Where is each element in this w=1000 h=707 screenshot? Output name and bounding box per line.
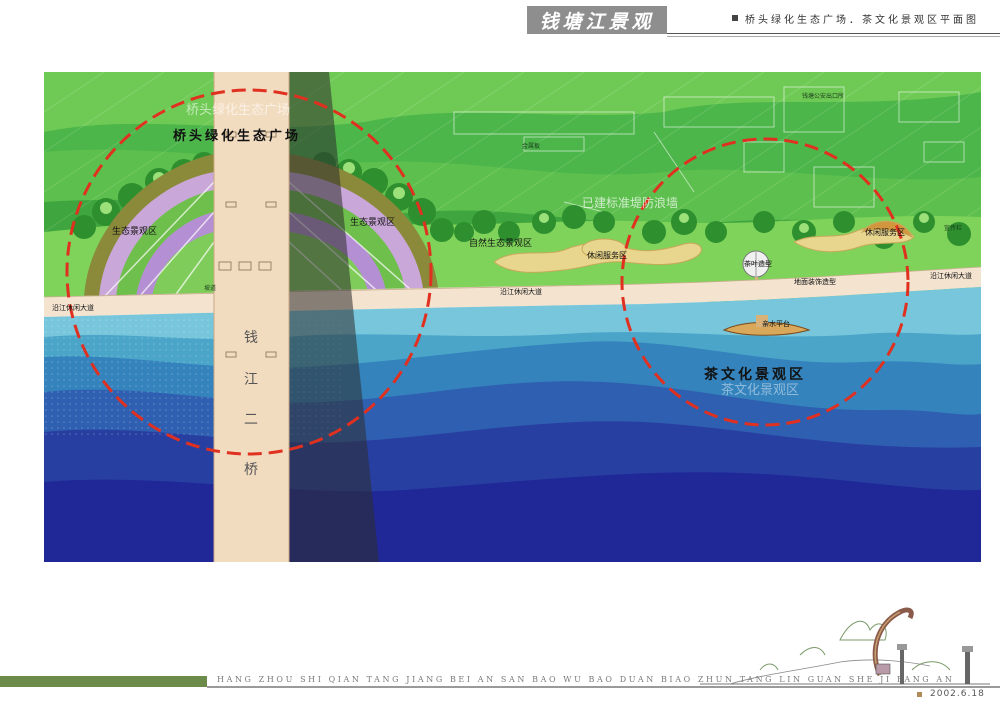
bridge-name-char-3: 二 [244, 412, 258, 428]
bridge-name-char-2: 江 [244, 372, 258, 388]
bridge-deck [214, 72, 289, 562]
river-band-6 [44, 472, 981, 562]
footer-date: 2002.6.18 [930, 689, 985, 699]
label-road-left: 沿江休闲大道 [52, 303, 94, 312]
label-tea-leaf: 茶叶造型 [744, 259, 772, 268]
label-ground-deco: 地面装饰造型 [794, 277, 836, 286]
bullet-square-icon [732, 15, 738, 21]
label-eco-left: 生态景观区 [112, 225, 157, 237]
header-rule-secondary [667, 36, 1000, 37]
label-rest-service: 休闲服务区 [587, 250, 627, 260]
bridge-name-char-4: 桥 [244, 462, 258, 478]
label-water-platform: 亲水平台 [762, 319, 790, 328]
title-banner: 钱塘江景观 [527, 6, 667, 34]
footer-accent-bar [0, 676, 207, 687]
page-title: 钱塘江景观 [539, 10, 655, 33]
label-embankment: 已建标准堤防浪墙 [582, 195, 678, 210]
label-sw-box: 宣传栏 [944, 224, 962, 232]
label-road-right: 沿江休闲大道 [930, 271, 972, 280]
date-bullet-icon [917, 692, 922, 697]
site-plan-map[interactable]: 桥头绿化生态广场 桥头绿化生态广场 生态景观区 生态景观区 自然生态景观区 休闲… [44, 72, 981, 562]
zone-label-tea-faint: 茶文化景观区 [721, 382, 799, 398]
label-natural-eco: 自然生态景观区 [469, 237, 532, 249]
header-rule [667, 33, 1000, 34]
label-eco-right: 生态景观区 [350, 216, 395, 228]
label-security-exit: 钱塘公安出口所 [802, 92, 844, 100]
landscape-sketch-illustration [700, 607, 990, 685]
page: 钱塘江景观 桥头绿化生态广场．茶文化景观区平面图 桥头绿化生态广场 桥头绿化生态… [0, 0, 1000, 707]
footer-rule [207, 686, 1000, 688]
label-ramp: 坡道 [204, 284, 216, 292]
zone-label-bridgehead-faint: 桥头绿化生态广场 [186, 103, 290, 118]
zone-label-tea: 茶文化景观区 [703, 366, 806, 383]
label-road-mid: 沿江休闲大道 [500, 287, 542, 296]
bridge-name-char-1: 钱 [244, 330, 258, 346]
label-small-building: 金属板 [522, 142, 540, 150]
label-rest-service-right: 休闲服务区 [865, 227, 905, 237]
zone-label-bridgehead: 桥头绿化生态广场 [173, 128, 301, 144]
page-subtitle: 桥头绿化生态广场．茶文化景观区平面图 [745, 15, 979, 26]
